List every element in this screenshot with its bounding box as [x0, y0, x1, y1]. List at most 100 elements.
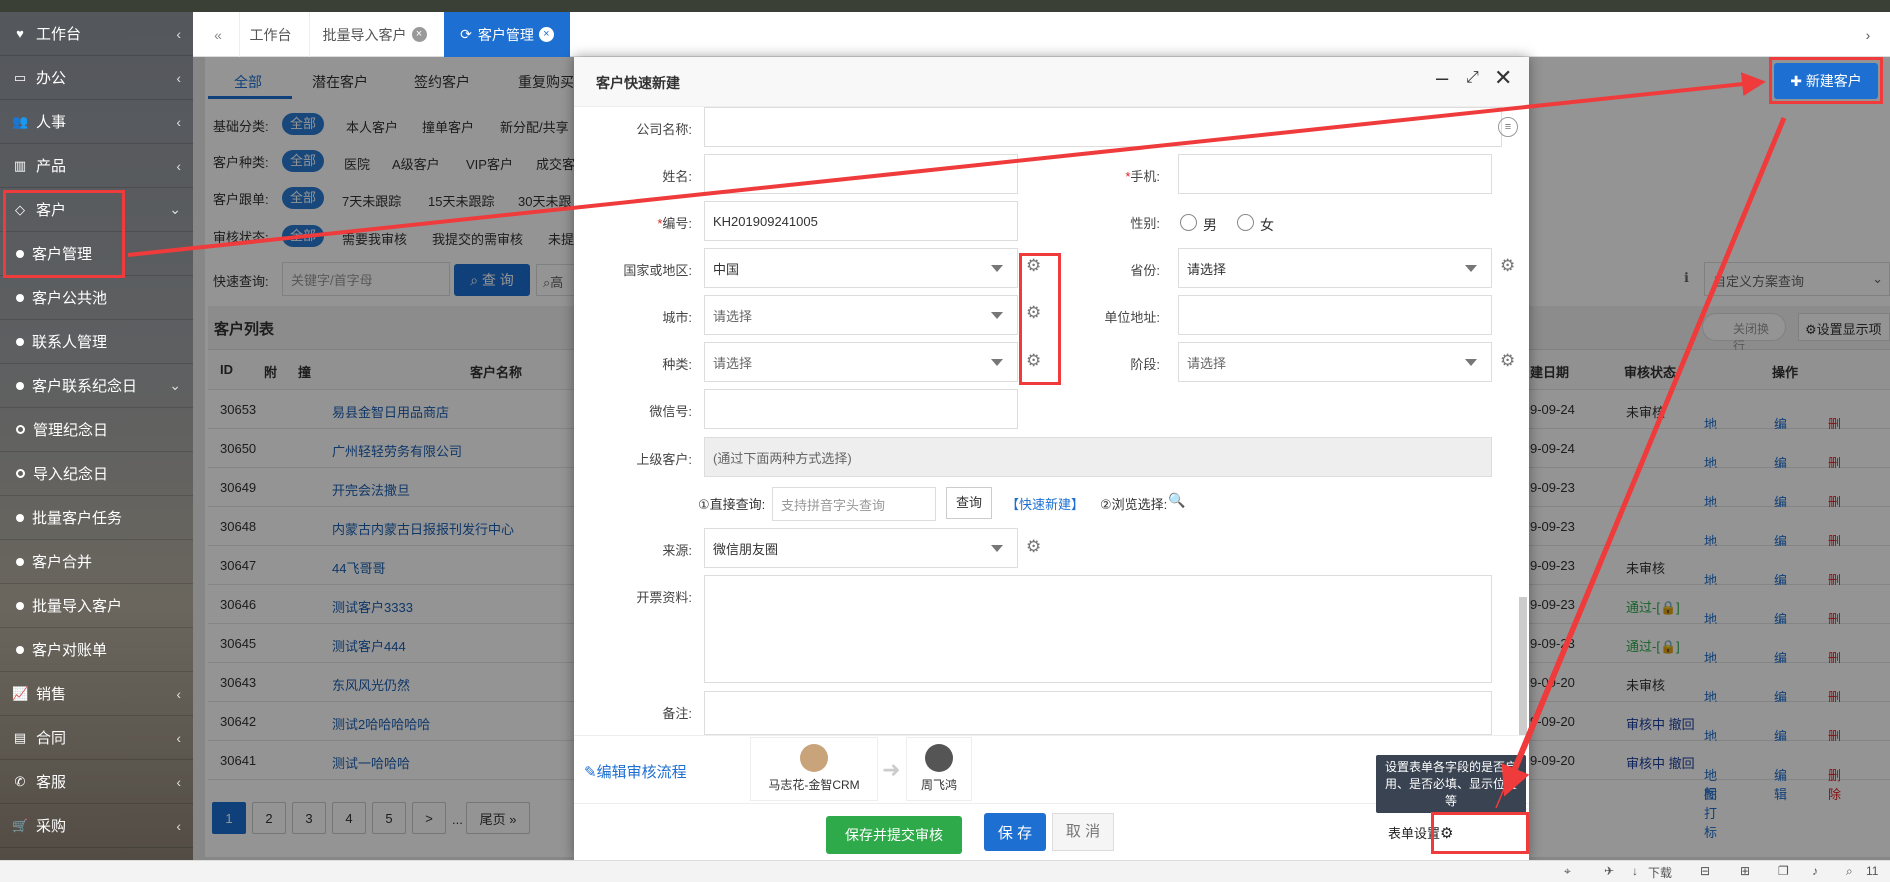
sidebar-item-anniversary[interactable]: 客户联系纪念日 ⌄ — [0, 364, 193, 408]
sidebar-item-hr[interactable]: 👥 人事 ‹ — [0, 100, 193, 144]
country-select[interactable]: 中国 — [704, 248, 1018, 288]
quick-new-link[interactable]: 【快速新建】 — [1006, 494, 1084, 513]
download-label[interactable]: 下载 — [1648, 864, 1672, 881]
mobile-label: *手机: — [1064, 166, 1160, 185]
tab-workbench[interactable]: 工作台 — [239, 12, 301, 57]
city-select[interactable]: 请选择 — [704, 295, 1018, 335]
sidebar-item-import-anniversary[interactable]: 导入纪念日 — [0, 452, 193, 496]
address-input[interactable] — [1178, 295, 1492, 335]
sidebar-item-label: 采购 — [36, 818, 67, 835]
source-select[interactable]: 微信朋友圈 — [704, 528, 1018, 568]
flow-person-1: 马志花-金智CRM — [750, 737, 878, 801]
gender-female-label: 女 — [1260, 217, 1274, 233]
edit-flow-link[interactable]: ✎编辑审核流程 — [584, 761, 687, 782]
phone-icon: ✆ — [14, 773, 26, 789]
tab-label: 工作台 — [249, 26, 292, 43]
direct-query-input[interactable]: 支持拼音字头查询 — [772, 487, 936, 521]
sidebar-item-service[interactable]: ✆ 客服 ‹ — [0, 760, 193, 804]
sidebar-item-batch-import[interactable]: 批量导入客户 — [0, 584, 193, 628]
sidebar-item-sales[interactable]: 📈 销售 ‹ — [0, 672, 193, 716]
sidebar-item-label: 管理纪念日 — [33, 422, 109, 439]
sidebar: ♥ 工作台 ‹ ▭ 办公 ‹ 👥 人事 ‹ ▥ 产品 ‹ ◇ 客户 ⌄ 客户管理 客户公共池 联系人… — [0, 12, 193, 860]
zoom-level: 11 — [1866, 864, 1879, 878]
close-icon[interactable]: × — [411, 27, 427, 42]
gear-icon[interactable]: ⚙ — [1026, 537, 1041, 557]
save-submit-button[interactable]: 保存并提交审核 — [826, 816, 962, 854]
sidebar-item-batch-task[interactable]: 批量客户任务 — [0, 496, 193, 540]
sidebar-item-customer-pool[interactable]: 客户公共池 — [0, 276, 193, 320]
name-input[interactable] — [704, 154, 1018, 194]
wechat-input[interactable] — [704, 389, 1018, 429]
chevron-left-icon: ‹ — [176, 113, 181, 130]
gender-female-radio[interactable] — [1237, 214, 1254, 231]
sidebar-item-product[interactable]: ▥ 产品 ‹ — [0, 144, 193, 188]
double-chevron-left-icon[interactable]: « — [203, 12, 233, 57]
chevron-left-icon: ‹ — [176, 729, 181, 746]
sidebar-item-label: 合同 — [36, 730, 67, 747]
speaker-icon[interactable]: ♪ — [1812, 864, 1818, 878]
invoice-textarea[interactable] — [704, 575, 1492, 683]
sidebar-item-label: 客户合并 — [32, 554, 93, 571]
sidebar-item-purchase[interactable]: 🛒 采购 ‹ — [0, 804, 193, 848]
sidebar-item-contacts[interactable]: 联系人管理 — [0, 320, 193, 364]
parent-label: 上级客户: — [636, 452, 692, 467]
code-label: *编号: — [574, 213, 692, 232]
query-button[interactable]: 查询 — [946, 487, 992, 519]
gender-label: 性别: — [1130, 216, 1160, 231]
chevron-right-icon[interactable]: › — [1853, 12, 1883, 57]
sidebar-item-contract[interactable]: ▤ 合同 ‹ — [0, 716, 193, 760]
bullet-icon — [16, 293, 24, 302]
highlight-box — [1019, 253, 1061, 385]
code-input[interactable]: KH201909241005 — [704, 201, 1018, 241]
company-lookup-icon[interactable]: ≡ — [1498, 117, 1518, 137]
bullet-icon — [16, 557, 24, 566]
caret-down-icon — [991, 312, 1003, 319]
kind-label: 种类: — [662, 357, 692, 372]
stage-label: 阶段: — [1130, 357, 1160, 372]
stage-select[interactable]: 请选择 — [1178, 342, 1492, 382]
direct-query-label: ①直接查询: — [698, 497, 766, 512]
close-icon[interactable]: ✕ — [1494, 65, 1512, 91]
sidebar-item-merge[interactable]: 客户合并 — [0, 540, 193, 584]
scrollbar-thumb[interactable] — [1519, 597, 1527, 737]
cancel-button[interactable]: 取 消 — [1052, 813, 1114, 851]
company-input[interactable] — [704, 107, 1502, 147]
search-icon[interactable]: 🔍 — [1168, 492, 1185, 509]
gender-male-label: 男 — [1203, 217, 1217, 233]
gender-male-radio[interactable] — [1180, 214, 1197, 231]
kind-select[interactable]: 请选择 — [704, 342, 1018, 382]
sidebar-item-label: 销售 — [36, 686, 67, 703]
tab-customer-management[interactable]: ⟳ 客户管理 × — [444, 12, 570, 57]
screenshot-icon[interactable]: ⊞ — [1740, 864, 1750, 878]
copy-icon[interactable]: ❐ — [1778, 864, 1789, 878]
close-icon[interactable]: × — [538, 27, 554, 42]
gear-icon[interactable]: ⚙ — [1500, 256, 1515, 276]
sidebar-item-office[interactable]: ▭ 办公 ‹ — [0, 56, 193, 100]
cursor-icon[interactable]: ⌖ — [1564, 864, 1571, 879]
mobile-input[interactable] — [1178, 154, 1492, 194]
sidebar-item-label: 人事 — [36, 114, 67, 131]
heart-icon: ♥ — [16, 26, 24, 41]
chevron-left-icon: ‹ — [176, 157, 181, 174]
maximize-icon[interactable]: ⤢ — [1466, 69, 1479, 87]
browse-label: ②浏览选择: — [1100, 497, 1168, 512]
pin-icon[interactable]: ✈ — [1604, 864, 1614, 878]
province-label: 省份: — [1130, 263, 1160, 278]
stage-value: 请选择 — [1187, 355, 1227, 371]
laptop-icon: ▭ — [13, 69, 27, 85]
code-label-text: 编号: — [662, 216, 692, 231]
remark-textarea[interactable] — [704, 691, 1492, 735]
province-select[interactable]: 请选择 — [1178, 248, 1492, 288]
sidebar-item-manage-anniversary[interactable]: 管理纪念日 — [0, 408, 193, 452]
caret-down-icon — [1465, 359, 1477, 366]
tab-batch-import[interactable]: 批量导入客户 × — [309, 12, 439, 57]
minimize-icon[interactable]: – — [1436, 65, 1448, 91]
gear-icon[interactable]: ⚙ — [1500, 351, 1515, 371]
save-button[interactable]: 保 存 — [984, 813, 1046, 851]
download-icon[interactable]: ↓ — [1632, 864, 1638, 878]
sidebar-item-statement[interactable]: 客户对账单 — [0, 628, 193, 672]
window-icon[interactable]: ⊟ — [1700, 864, 1710, 878]
parent-input[interactable]: (通过下面两种方式选择) — [704, 437, 1492, 477]
zoom-icon[interactable]: ⌕ — [1846, 864, 1853, 879]
sidebar-item-workbench[interactable]: ♥ 工作台 ‹ — [0, 12, 193, 56]
